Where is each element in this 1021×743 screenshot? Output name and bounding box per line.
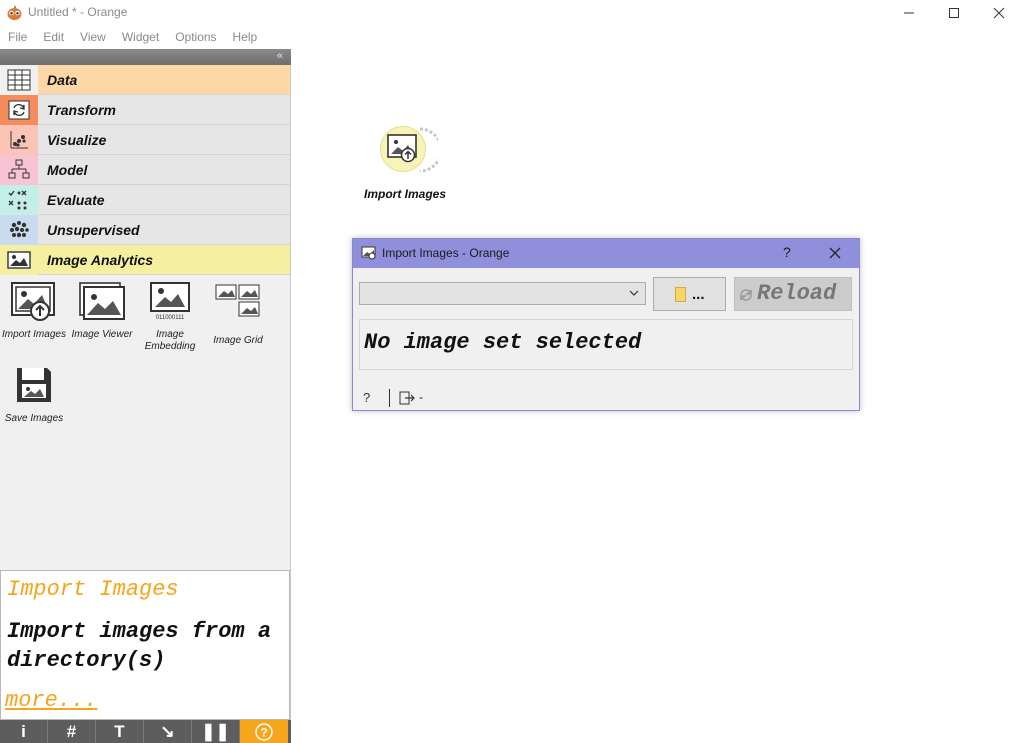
category-label: Unsupervised xyxy=(47,222,140,238)
widget-image-embedding[interactable]: 011000111 Image Embedding xyxy=(136,281,204,357)
canvas-node-import-images[interactable]: Import Images xyxy=(354,122,456,204)
widget-label: Save Images xyxy=(4,413,64,424)
menu-widget[interactable]: Widget xyxy=(114,28,167,48)
close-icon xyxy=(993,7,1005,19)
text-icon: T xyxy=(114,722,125,741)
category-unsupervised[interactable]: Unsupervised xyxy=(0,215,290,245)
folder-icon xyxy=(675,287,686,302)
import-images-dialog: Import Images - Orange ? ... Reload No i… xyxy=(352,238,860,411)
help-icon: ? xyxy=(255,723,273,741)
cluster-icon xyxy=(0,215,38,245)
category-model[interactable]: Model xyxy=(0,155,290,185)
orange-app-window: Untitled * - Orange File Edit View Widge… xyxy=(0,0,1021,743)
save-images-icon xyxy=(10,365,58,405)
maximize-button[interactable] xyxy=(931,0,977,26)
dialog-help-button[interactable]: ? xyxy=(783,244,791,260)
transform-icon xyxy=(0,95,38,125)
info-button[interactable]: i xyxy=(0,720,48,743)
category-evaluate[interactable]: Evaluate xyxy=(0,185,290,215)
reload-label: Reload xyxy=(757,281,837,306)
description-text: Import images from a directory(s) xyxy=(7,619,272,673)
grid-button[interactable]: # xyxy=(48,720,96,743)
dialog-title-bar[interactable]: Import Images - Orange ? xyxy=(353,239,859,268)
import-images-icon xyxy=(361,246,376,260)
image-directory-combobox[interactable] xyxy=(359,282,646,305)
category-label: Data xyxy=(47,72,78,88)
dialog-close-icon[interactable] xyxy=(827,245,843,261)
image-grid-icon xyxy=(214,281,262,321)
image-icon xyxy=(0,245,38,275)
category-image-analytics[interactable]: Image Analytics xyxy=(0,245,290,275)
reload-button[interactable]: Reload xyxy=(734,277,852,311)
description-more-link[interactable]: more... xyxy=(5,688,97,713)
widget-image-viewer[interactable]: Image Viewer xyxy=(68,281,136,357)
menu-edit[interactable]: Edit xyxy=(35,28,72,48)
category-label: Model xyxy=(47,162,88,178)
reload-icon xyxy=(740,289,752,301)
close-button[interactable] xyxy=(976,0,1021,26)
browse-button[interactable]: ... xyxy=(653,277,726,311)
maximize-icon xyxy=(949,8,959,18)
dialog-title: Import Images - Orange xyxy=(382,246,510,260)
title-bar: Untitled * - Orange xyxy=(0,0,1021,26)
widget-image-grid[interactable]: Image Grid xyxy=(204,281,272,357)
category-label: Transform xyxy=(47,102,116,118)
category-label: Visualize xyxy=(47,132,107,148)
bottom-toolbar: i # T ↘ ❚❚ ? xyxy=(0,720,291,743)
category-data[interactable]: Data xyxy=(0,65,290,95)
arrow-annotation-button[interactable]: ↘ xyxy=(144,720,192,743)
widget-label: Image Embedding xyxy=(144,329,196,352)
menu-view[interactable]: View xyxy=(72,28,114,48)
category-visualize[interactable]: Visualize xyxy=(0,125,290,155)
widget-label: Import Images xyxy=(2,329,66,340)
collapse-icon[interactable]: « xyxy=(277,50,283,62)
text-annotation-button[interactable]: T xyxy=(96,720,144,743)
svg-text:?: ? xyxy=(260,726,267,740)
menu-bar: File Edit View Widget Options Help xyxy=(0,28,265,48)
widget-description-panel: Import Images Import images from a direc… xyxy=(0,570,290,720)
output-icon[interactable] xyxy=(399,391,415,405)
widget-label: Image Grid xyxy=(213,335,263,346)
widget-save-images[interactable]: Save Images xyxy=(0,365,68,441)
pause-button[interactable]: ❚❚ xyxy=(192,720,240,743)
image-embedding-icon: 011000111 xyxy=(146,281,194,321)
help-button[interactable]: ? xyxy=(240,720,288,743)
status-divider xyxy=(389,389,390,407)
widget-label: Image Viewer xyxy=(71,329,133,340)
node-label: Import Images xyxy=(363,187,447,201)
embedding-bits: 011000111 xyxy=(156,315,185,321)
info-icon: i xyxy=(21,722,26,741)
window-title: Untitled * - Orange xyxy=(28,5,128,19)
category-transform[interactable]: Transform xyxy=(0,95,290,125)
category-label: Image Analytics xyxy=(47,252,154,268)
chevron-down-icon xyxy=(629,290,639,296)
table-icon xyxy=(0,65,38,95)
import-images-icon xyxy=(387,134,417,163)
status-help-icon[interactable]: ? xyxy=(363,390,377,406)
scatter-icon xyxy=(0,125,38,155)
arrow-icon: ↘ xyxy=(160,722,175,741)
description-title: Import Images xyxy=(7,577,179,602)
node-circle xyxy=(380,126,426,172)
grid-icon: # xyxy=(66,722,77,741)
dock-collapse-bar[interactable]: « xyxy=(0,49,291,65)
widget-toolbox: « Data Transform Visualize Model Evaluat… xyxy=(0,49,291,743)
output-summary: - xyxy=(419,390,423,404)
menu-help[interactable]: Help xyxy=(225,28,266,48)
orange-logo-icon xyxy=(7,5,22,20)
widget-import-images[interactable]: Import Images xyxy=(0,281,68,357)
browse-label: ... xyxy=(692,286,705,303)
minimize-icon xyxy=(904,12,914,14)
menu-file[interactable]: File xyxy=(0,28,35,48)
menu-options[interactable]: Options xyxy=(167,28,224,48)
pause-icon: ❚❚ xyxy=(201,722,230,741)
image-viewer-icon xyxy=(78,281,126,321)
status-box: No image set selected xyxy=(359,319,853,370)
import-images-icon xyxy=(10,281,58,321)
category-label: Evaluate xyxy=(47,192,105,208)
status-message: No image set selected xyxy=(364,330,642,355)
tree-icon xyxy=(0,155,38,185)
minimize-button[interactable] xyxy=(886,0,932,26)
evaluate-icon xyxy=(0,185,38,215)
